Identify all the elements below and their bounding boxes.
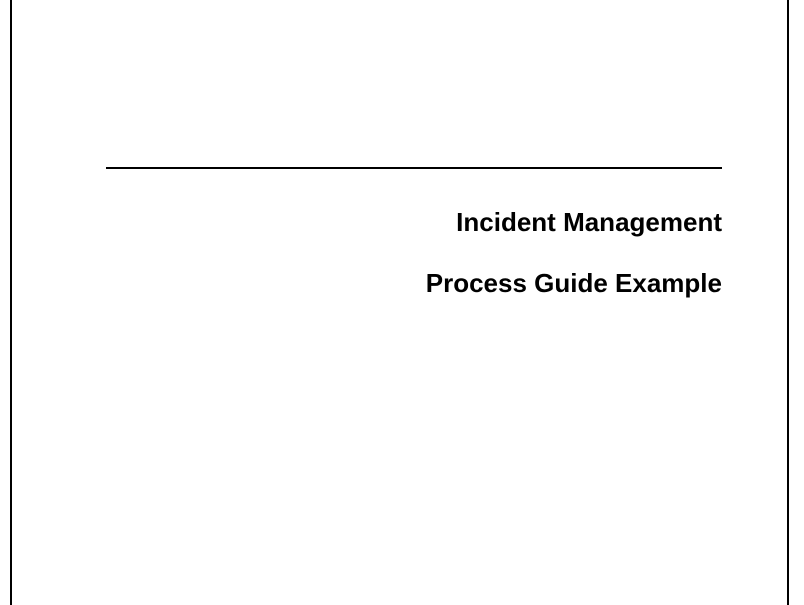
document-title-line-2: Process Guide Example (106, 268, 722, 299)
horizontal-divider (106, 167, 722, 169)
document-page: Incident Management Process Guide Exampl… (10, 0, 789, 605)
document-title-line-1: Incident Management (106, 207, 722, 238)
